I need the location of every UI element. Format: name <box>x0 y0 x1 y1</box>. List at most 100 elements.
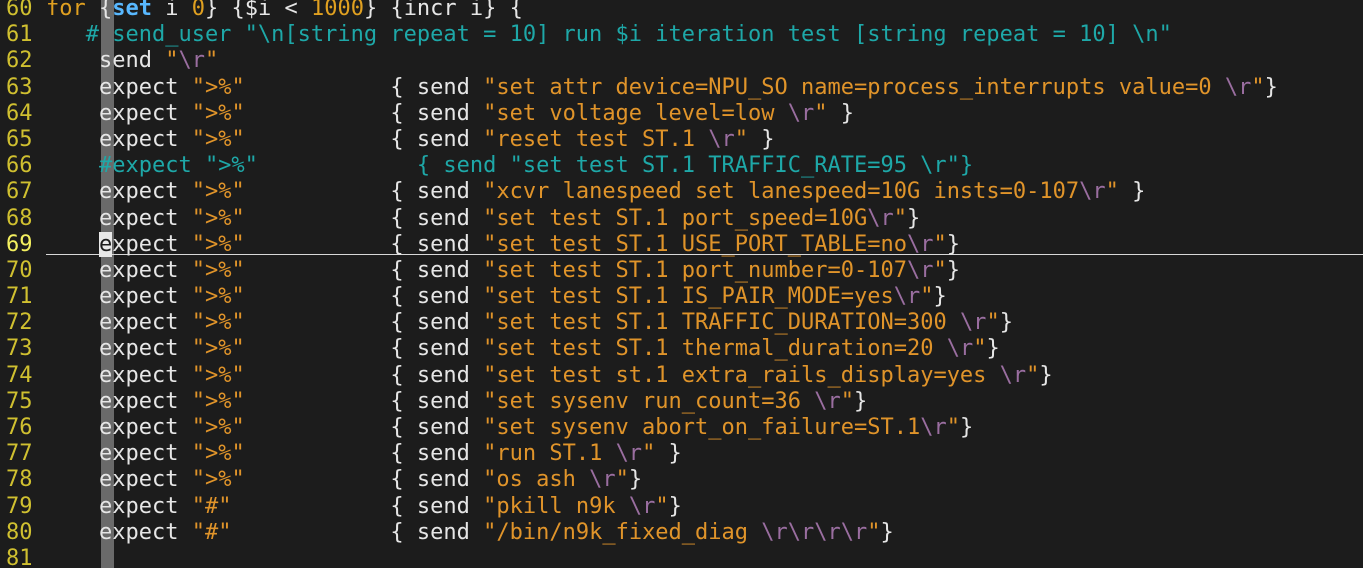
code-token: ">%" <box>191 284 245 310</box>
code-token: { send <box>244 284 484 310</box>
code-token: expect <box>46 336 192 362</box>
line-number: 63 <box>6 74 33 100</box>
code-token: " <box>204 48 219 74</box>
code-line[interactable]: 80 expect "#" { send "/bin/n9k_fixed_dia… <box>0 520 1278 546</box>
code-line[interactable]: 81 <box>0 546 1278 568</box>
code-token: { send <box>244 362 484 388</box>
line-number: 77 <box>6 441 33 467</box>
code-token: } <box>655 441 682 467</box>
line-number: 72 <box>6 310 33 336</box>
code-line[interactable]: 75 expect ">%" { send "set sysenv run_co… <box>0 389 1278 415</box>
line-number: 78 <box>6 467 33 493</box>
code-token: \r <box>999 362 1027 388</box>
code-token: ">%" <box>191 467 245 493</box>
code-token: { send <box>244 388 484 414</box>
code-line[interactable]: 68 expect ">%" { send "set test ST.1 por… <box>0 206 1278 232</box>
code-token: "reset test ST.1 <box>483 126 709 152</box>
code-token: \r <box>1079 179 1106 205</box>
code-token: "set attr device=NPU_SO name=process_int… <box>483 74 1225 100</box>
code-line[interactable]: 72 expect ">%" { send "set test ST.1 TRA… <box>0 310 1278 336</box>
code-token: { send <box>231 519 484 545</box>
code-line[interactable]: 71 expect ">%" { send "set test ST.1 IS_… <box>0 284 1278 310</box>
code-line[interactable]: 79 expect "#" { send "pkill n9k \r"} <box>0 494 1278 520</box>
code-token: \r <box>920 415 947 440</box>
line-number: 61 <box>6 22 33 48</box>
line-number: 74 <box>6 362 33 388</box>
code-token: expect <box>46 179 192 205</box>
line-number: 71 <box>6 284 33 310</box>
code-line[interactable]: 70 expect ">%" { send "set test ST.1 por… <box>0 258 1278 284</box>
code-token: ">%" <box>191 441 245 467</box>
code-token: expect <box>46 257 192 283</box>
code-token: } {incr i} { <box>363 0 523 21</box>
code-line[interactable]: 61 # send_user "\n[string repeat = 10] r… <box>0 22 1278 48</box>
line-number: 81 <box>6 545 33 568</box>
code-line[interactable]: 69 expect ">%" { send "set test ST.1 USE… <box>0 231 1278 258</box>
code-lines[interactable]: 60 for {set i 0} {$i < 1000} {incr i} {61… <box>0 0 1278 568</box>
code-line[interactable]: 73 expect ">%" { send "set test ST.1 the… <box>0 336 1278 362</box>
code-token: { send <box>244 310 484 336</box>
code-token: \r <box>814 388 841 414</box>
code-token: " <box>165 48 179 74</box>
code-token: { send <box>244 179 484 205</box>
line-number: 76 <box>6 415 33 440</box>
code-line[interactable]: 67 expect ">%" { send "xcvr lanespeed se… <box>0 179 1278 205</box>
code-token: } <box>959 415 974 440</box>
line-number: 68 <box>6 205 33 231</box>
code-line[interactable]: 64 expect ">%" { send "set voltage level… <box>0 101 1278 127</box>
code-token: \r <box>946 336 974 362</box>
code-token: \r <box>893 284 921 310</box>
code-line[interactable]: 63 expect ">%" { send "set attr device=N… <box>0 75 1278 101</box>
code-token: ">%" <box>191 362 245 388</box>
line-number: 75 <box>6 388 33 414</box>
code-token: xpect <box>112 231 192 257</box>
code-line[interactable]: 65 expect ">%" { send "reset test ST.1 \… <box>0 127 1278 153</box>
code-editor[interactable]: 60 for {set i 0} {$i < 1000} {incr i} {61… <box>0 0 1363 568</box>
line-number: 62 <box>6 48 33 74</box>
code-token: { send <box>231 493 484 519</box>
line-number: 65 <box>6 126 33 152</box>
code-token: ">%" <box>191 126 245 152</box>
line-number: 64 <box>6 100 33 126</box>
code-line[interactable]: 60 for {set i 0} {$i < 1000} {incr i} { <box>0 0 1278 22</box>
code-token: " <box>615 467 629 493</box>
code-token: "set test ST.1 thermal_duration=20 <box>483 336 947 362</box>
code-token: { send <box>244 415 484 440</box>
code-token: } <box>986 336 1000 362</box>
code-token: \r <box>906 231 934 257</box>
code-line[interactable]: 62 send "\r" <box>0 48 1278 74</box>
code-line[interactable]: 77 expect ">%" { send "run ST.1 \r" } <box>0 441 1278 467</box>
code-token: { send <box>244 467 484 493</box>
code-line[interactable]: 74 expect ">%" { send "set test st.1 ext… <box>0 363 1278 389</box>
code-token: "set test ST.1 TRAFFIC_DURATION=300 <box>483 310 960 336</box>
code-token: "set sysenv abort_on_failure=ST.1 <box>483 415 921 440</box>
code-token: " <box>1105 179 1119 205</box>
code-line[interactable]: 66 #expect ">%" { send "set test ST.1 TR… <box>0 153 1278 179</box>
code-token: " <box>867 519 881 545</box>
code-token: } <box>748 126 775 152</box>
code-token: { send <box>244 336 484 362</box>
line-number: 79 <box>6 493 33 519</box>
code-token: expect <box>46 415 192 440</box>
code-token: "os ash <box>483 467 590 493</box>
code-token: " <box>986 310 1000 336</box>
line-number: 70 <box>6 257 33 283</box>
code-token: " <box>933 231 947 257</box>
code-token: "/bin/n9k_fixed_diag <box>483 519 762 545</box>
code-token: " <box>893 205 907 231</box>
code-token: ">%" <box>191 205 245 231</box>
code-token: } <box>880 519 894 545</box>
code-token: } {$i < <box>205 0 311 21</box>
code-token: expect <box>46 74 192 100</box>
code-token: expect <box>46 126 192 152</box>
code-token: ">%" <box>191 310 245 336</box>
code-token: " <box>814 100 828 126</box>
code-token: 0 <box>191 0 205 21</box>
code-line[interactable]: 76 expect ">%" { send "set sysenv abort_… <box>0 415 1278 441</box>
code-token: expect <box>46 467 192 493</box>
code-token: } <box>1039 362 1053 388</box>
code-line[interactable]: 78 expect ">%" { send "os ash \r"} <box>0 467 1278 493</box>
code-token: " <box>734 126 749 152</box>
code-token: \r <box>1224 74 1252 100</box>
